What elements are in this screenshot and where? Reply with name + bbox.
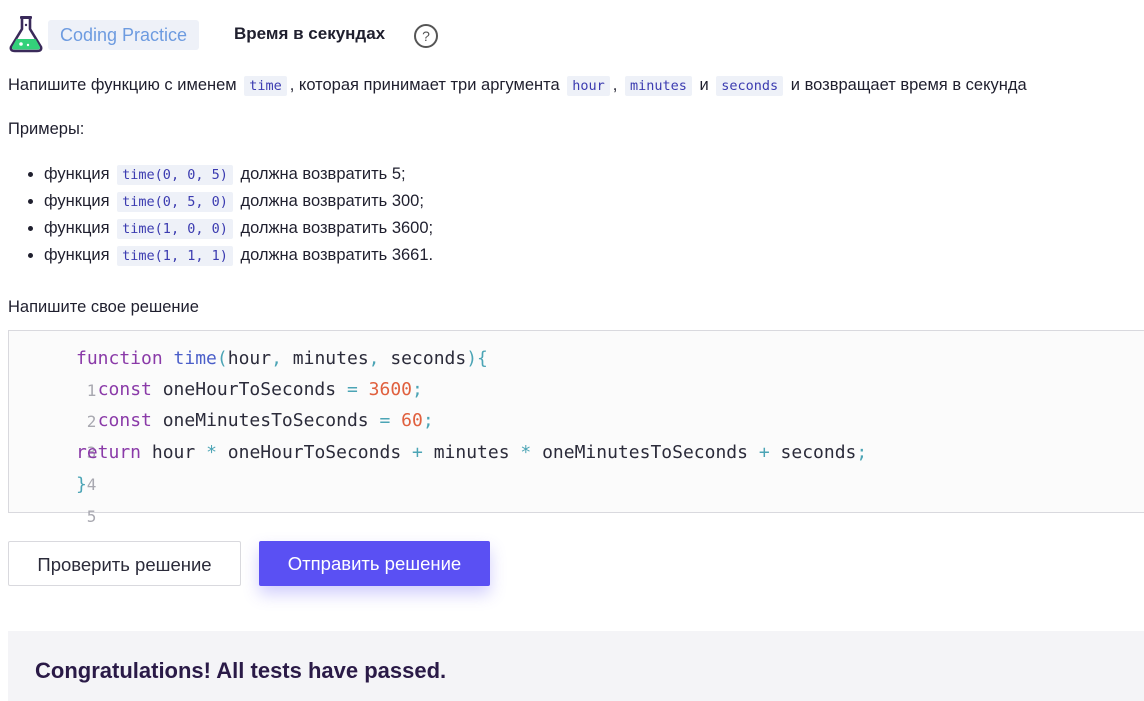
solution-label: Напишите свое решение: [8, 298, 199, 316]
check-solution-button[interactable]: Проверить решение: [8, 541, 241, 586]
inline-code: seconds: [716, 76, 784, 96]
example-prefix: функция: [44, 165, 110, 183]
code-line-text[interactable]: const oneMinutesToSeconds = 60;: [76, 405, 434, 437]
inline-code: time(1, 1, 1): [117, 246, 233, 266]
code-line[interactable]: 1 function time(hour, minutes, seconds){: [9, 343, 488, 400]
description-text: ,: [612, 76, 618, 94]
task-description: Напишите функцию с именем time, которая …: [8, 73, 1027, 98]
list-item: функция time(0, 0, 5) должна возвратить …: [44, 162, 433, 189]
list-item: функция time(1, 1, 1) должна возвратить …: [44, 243, 433, 270]
inline-code: minutes: [624, 76, 692, 96]
code-line[interactable]: 4 return hour * oneHourToSeconds + minut…: [9, 437, 867, 494]
inline-code: time: [244, 76, 287, 96]
description-text: и возвращает время в секунда: [790, 76, 1027, 94]
list-item: функция time(0, 5, 0) должна возвратить …: [44, 189, 433, 216]
task-title: Время в секундах: [234, 24, 386, 43]
result-message: Congratulations! All tests have passed.: [35, 658, 447, 683]
example-suffix: должна возвратить 300;: [240, 192, 424, 210]
code-line-text[interactable]: const oneHourToSeconds = 3600;: [76, 374, 423, 406]
code-line-text[interactable]: }: [76, 469, 87, 501]
example-suffix: должна возвратить 5;: [240, 165, 406, 183]
flask-logo-icon: [9, 16, 43, 53]
description-text: и: [699, 76, 709, 94]
example-suffix: должна возвратить 3600;: [240, 219, 434, 237]
code-line[interactable]: 3 const oneMinutesToSeconds = 60;: [9, 405, 434, 462]
description-text: Напишите функцию с именем: [8, 76, 237, 94]
result-panel: Congratulations! All tests have passed.: [8, 631, 1144, 701]
example-prefix: функция: [44, 192, 110, 210]
inline-code: time(0, 0, 5): [117, 165, 233, 185]
example-prefix: функция: [44, 219, 110, 237]
example-prefix: функция: [44, 246, 110, 264]
submit-solution-button[interactable]: Отправить решение: [259, 541, 490, 586]
inline-code: hour: [567, 76, 610, 96]
code-editor[interactable]: 1 function time(hour, minutes, seconds){…: [8, 330, 1144, 526]
list-item: функция time(1, 0, 0) должна возвратить …: [44, 216, 433, 243]
examples-list: функция time(0, 0, 5) должна возвратить …: [8, 162, 433, 270]
code-line-text[interactable]: return hour * oneHourToSeconds + minutes…: [76, 437, 867, 469]
category-badge[interactable]: Coding Practice: [48, 20, 200, 50]
examples-label: Примеры:: [8, 120, 85, 138]
example-suffix: должна возвратить 3661.: [240, 246, 434, 264]
description-text: , которая принимает три аргумента: [289, 76, 560, 94]
inline-code: time(1, 0, 0): [117, 219, 233, 239]
help-icon[interactable]: ?: [414, 24, 438, 48]
inline-code: time(0, 5, 0): [117, 192, 233, 212]
line-number: 5: [86, 507, 97, 526]
code-line[interactable]: 2 const oneHourToSeconds = 3600;: [9, 374, 423, 431]
code-line[interactable]: 5 }: [9, 469, 96, 526]
code-line-text[interactable]: function time(hour, minutes, seconds){: [76, 343, 488, 375]
